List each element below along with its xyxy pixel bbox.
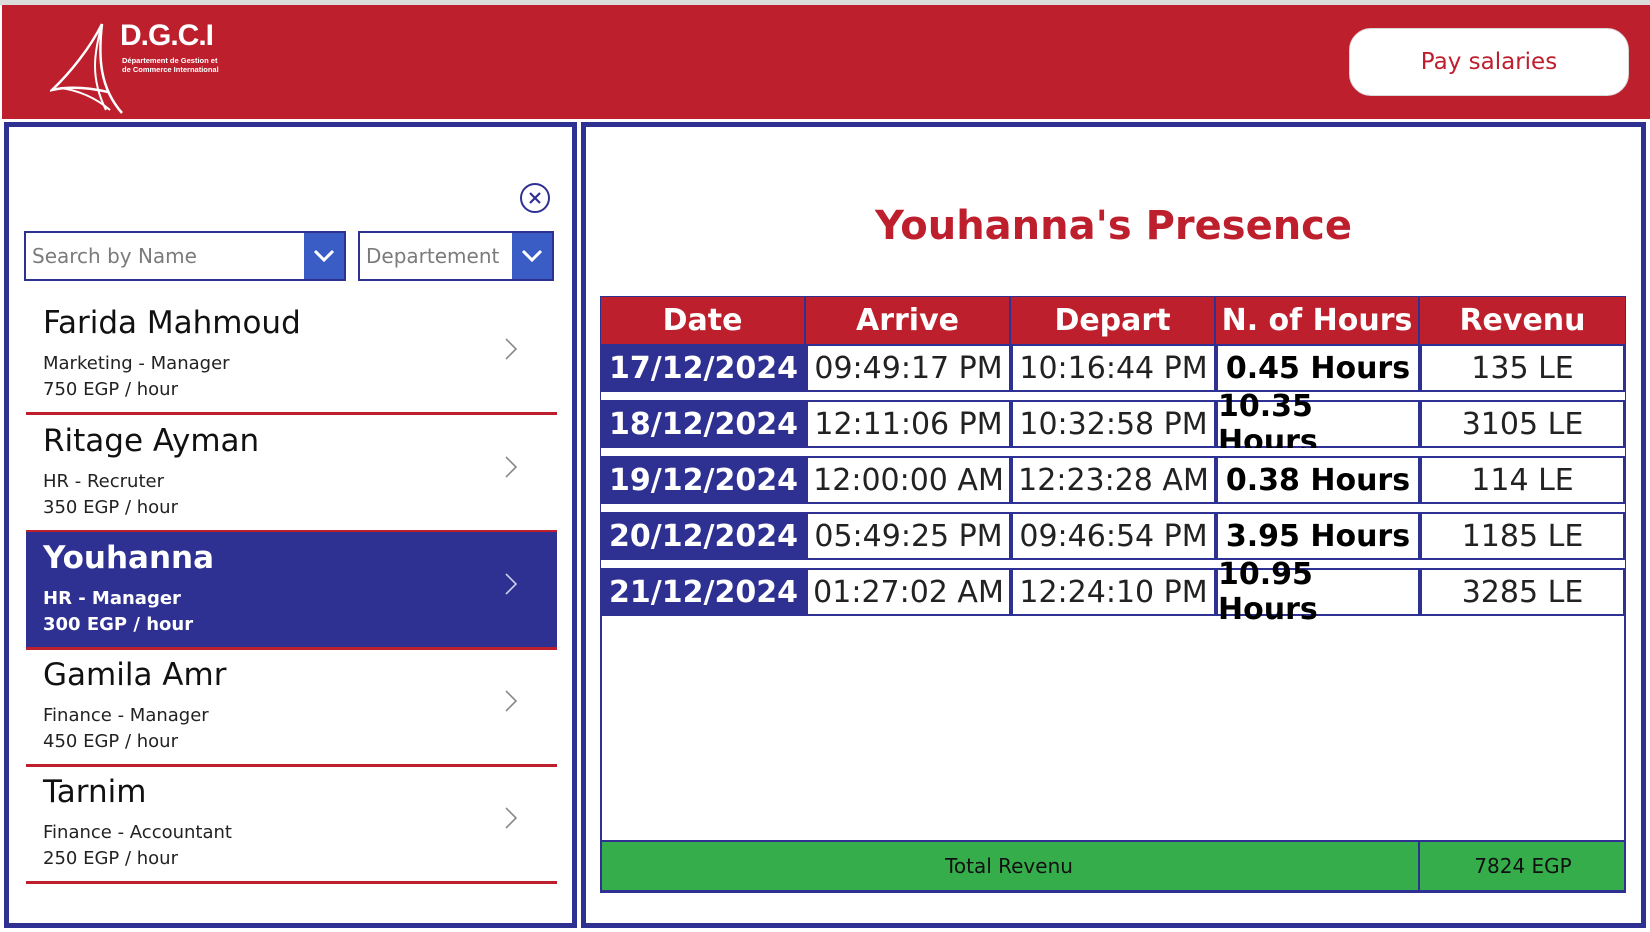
employee-name: Tarnim: [43, 774, 147, 810]
employee-name: Ritage Ayman: [43, 423, 260, 459]
cell-revenu: 1185 LE: [1420, 512, 1625, 560]
cell-depart: 10:32:58 PM: [1011, 400, 1216, 448]
logo-subtitle: Département de Gestion et de Commerce In…: [122, 56, 232, 74]
cell-revenu: 3105 LE: [1420, 400, 1625, 448]
cell-arrive: 01:27:02 AM: [806, 568, 1011, 616]
employee-list-item-selected[interactable]: Youhanna HR - Manager 300 EGP / hour: [26, 532, 557, 650]
employee-rate: 250 EGP / hour: [43, 848, 178, 869]
department-placeholder: Departement: [366, 244, 500, 268]
cell-depart: 12:24:10 PM: [1011, 568, 1216, 616]
employee-role: HR - Manager: [43, 588, 181, 609]
close-circle-icon[interactable]: [520, 183, 550, 213]
cell-date: 17/12/2024: [601, 344, 806, 392]
search-by-name-dropdown[interactable]: Search by Name: [24, 231, 346, 281]
cell-revenu: 135 LE: [1420, 344, 1625, 392]
logo-subtitle-line2: de Commerce International: [122, 65, 219, 74]
employee-role: Finance - Accountant: [43, 822, 232, 843]
cell-hours: 3.95 Hours: [1216, 512, 1420, 560]
dgci-logo: D.G.C.I Département de Gestion et de Com…: [50, 18, 230, 123]
employee-list-item[interactable]: Gamila Amr Finance - Manager 450 EGP / h…: [26, 649, 557, 767]
logo-sail-icon: [50, 23, 123, 114]
row-gap: [601, 504, 1625, 512]
cell-date: 18/12/2024: [601, 400, 806, 448]
cell-revenu: 114 LE: [1420, 456, 1625, 504]
logo-title: D.G.C.I: [120, 19, 214, 52]
employee-rate: 300 EGP / hour: [43, 614, 194, 635]
column-header-revenu: Revenu: [1420, 297, 1625, 344]
column-header-date: Date: [601, 297, 806, 344]
employee-role: Finance - Manager: [43, 705, 209, 726]
employee-role: Marketing - Manager: [43, 353, 230, 374]
cell-arrive: 12:00:00 AM: [806, 456, 1011, 504]
employee-list-item[interactable]: Farida Mahmoud Marketing - Manager 750 E…: [26, 297, 557, 415]
employee-rate: 750 EGP / hour: [43, 379, 178, 400]
cell-hours: 10.35 Hours: [1216, 389, 1420, 459]
cell-date: 20/12/2024: [601, 512, 806, 560]
employee-name: Youhanna: [43, 540, 215, 576]
chevron-down-icon[interactable]: [304, 233, 344, 279]
employee-rate: 450 EGP / hour: [43, 731, 178, 752]
column-header-hours: N. of Hours: [1216, 297, 1420, 344]
chevron-right-icon[interactable]: [504, 572, 518, 596]
chevron-right-icon[interactable]: [504, 337, 518, 361]
cell-arrive: 12:11:06 PM: [806, 400, 1011, 448]
chevron-right-icon[interactable]: [504, 689, 518, 713]
department-dropdown[interactable]: Departement: [358, 231, 554, 281]
cell-hours: 0.38 Hours: [1216, 456, 1420, 504]
cell-hours: 10.95 Hours: [1216, 557, 1420, 627]
employee-list-item[interactable]: Tarnim Finance - Accountant 250 EGP / ho…: [26, 766, 557, 884]
column-header-depart: Depart: [1011, 297, 1216, 344]
total-revenu-label: Total Revenu: [600, 840, 1420, 892]
cell-arrive: 09:49:17 PM: [806, 344, 1011, 392]
chevron-down-icon[interactable]: [512, 233, 552, 279]
logo-subtitle-line1: Département de Gestion et: [122, 56, 218, 65]
row-gap: [601, 392, 1625, 400]
cell-depart: 12:23:28 AM: [1011, 456, 1216, 504]
search-by-name-placeholder: Search by Name: [32, 244, 197, 268]
cell-arrive: 05:49:25 PM: [806, 512, 1011, 560]
row-gap: [601, 560, 1625, 568]
employee-list-item[interactable]: Ritage Ayman HR - Recruter 350 EGP / hou…: [26, 415, 557, 533]
total-revenu-value: 7824 EGP: [1474, 854, 1572, 878]
cell-date: 19/12/2024: [601, 456, 806, 504]
employee-name: Gamila Amr: [43, 657, 227, 693]
cell-depart: 09:46:54 PM: [1011, 512, 1216, 560]
employee-name: Farida Mahmoud: [43, 305, 301, 341]
employee-rate: 350 EGP / hour: [43, 497, 178, 518]
cell-revenu: 3285 LE: [1420, 568, 1625, 616]
chevron-right-icon[interactable]: [504, 455, 518, 479]
cell-depart: 10:16:44 PM: [1011, 344, 1216, 392]
pay-salaries-button[interactable]: Pay salaries: [1349, 28, 1629, 96]
cell-date: 21/12/2024: [601, 568, 806, 616]
cell-hours: 0.45 Hours: [1216, 344, 1420, 392]
presence-title: Youhanna's Presence: [874, 203, 1353, 249]
row-gap: [601, 448, 1625, 456]
chevron-right-icon[interactable]: [504, 806, 518, 830]
column-header-arrive: Arrive: [806, 297, 1011, 344]
employee-role: HR - Recruter: [43, 471, 164, 492]
